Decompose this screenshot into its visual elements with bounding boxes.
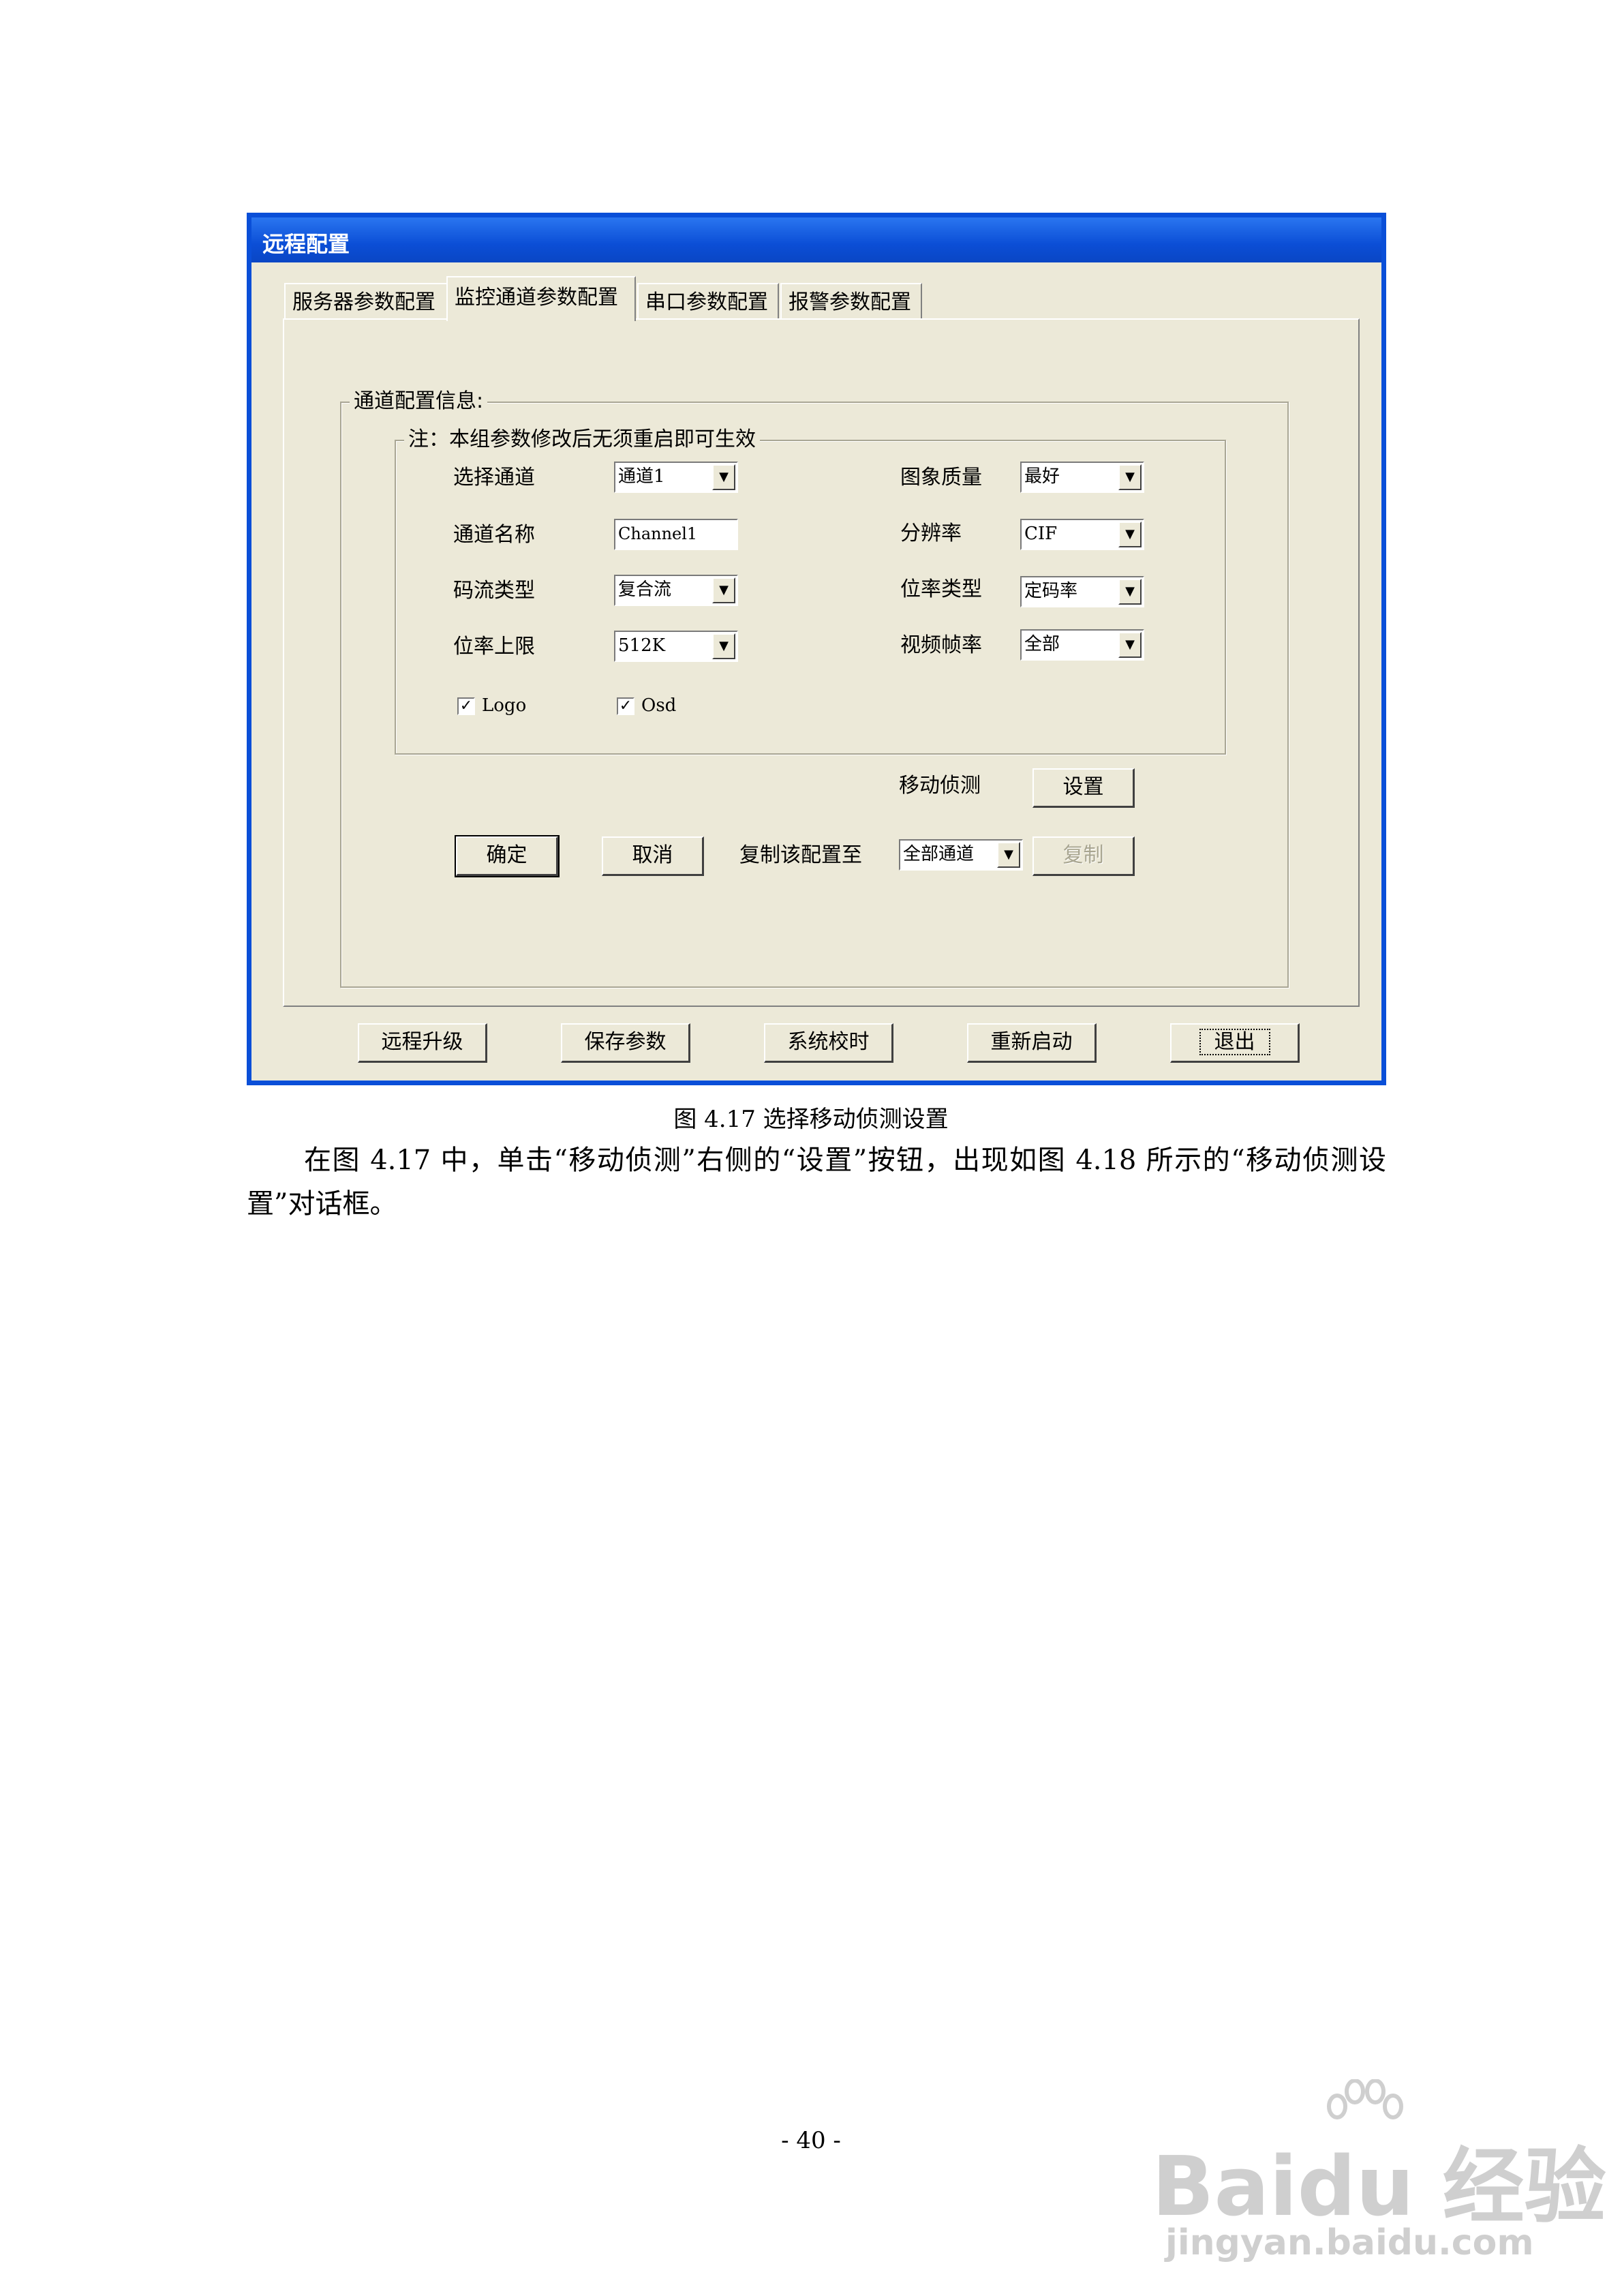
baidu-watermark: Baidu 经验 jingyan.baidu.com: [1152, 2079, 1606, 2270]
image-quality-label: 图象质量: [900, 466, 982, 489]
bitrate-type-combo[interactable]: 定码率 ▼: [1020, 576, 1144, 607]
copy-to-label: 复制该配置至: [739, 843, 862, 867]
motion-detect-label: 移动侦测: [899, 774, 981, 798]
chevron-down-icon[interactable]: ▼: [712, 577, 735, 603]
select-channel-label: 选择通道: [453, 466, 535, 489]
restart-button[interactable]: 重新启动: [967, 1023, 1097, 1063]
image-quality-combo[interactable]: 最好 ▼: [1020, 462, 1144, 493]
osd-checkbox-label: Osd: [641, 695, 677, 716]
tab-server-params[interactable]: 服务器参数配置: [284, 283, 448, 320]
cancel-button[interactable]: 取消: [602, 836, 704, 876]
figure-caption: 图 4.17 选择移动侦测设置: [673, 1106, 949, 1133]
tab-channel-params[interactable]: 监控通道参数配置: [446, 276, 636, 321]
copy-target-combo[interactable]: 全部通道 ▼: [899, 839, 1023, 871]
bitrate-limit-combo[interactable]: 512K ▼: [614, 631, 738, 662]
dialog-title: 远程配置: [262, 231, 350, 257]
watermark-url: jingyan.baidu.com: [1165, 2222, 1534, 2263]
time-sync-button[interactable]: 系统校时: [764, 1023, 893, 1063]
channel-config-group: 通道配置信息: 注：本组参数修改后无须重启即可生效 选择通道 通道1 ▼ 通道名…: [340, 389, 1289, 988]
save-params-button[interactable]: 保存参数: [561, 1023, 690, 1063]
bitrate-limit-label: 位率上限: [453, 635, 535, 659]
tab-serial-params[interactable]: 串口参数配置: [637, 283, 779, 320]
frame-rate-combo[interactable]: 全部 ▼: [1020, 629, 1144, 661]
chevron-down-icon[interactable]: ▼: [1118, 522, 1142, 547]
select-channel-combo[interactable]: 通道1 ▼: [614, 462, 738, 493]
logo-checkbox[interactable]: ✓: [457, 697, 475, 715]
remote-config-dialog: 远程配置 服务器参数配置 监控通道参数配置 串口参数配置 报警参数配置 通道配置…: [247, 213, 1386, 1085]
chevron-down-icon[interactable]: ▼: [997, 842, 1020, 868]
chevron-down-icon[interactable]: ▼: [712, 633, 735, 659]
frame-rate-label: 视频帧率: [900, 633, 982, 657]
watermark-brand: Baidu 经验: [1152, 2140, 1606, 2235]
ok-button[interactable]: 确定: [455, 835, 560, 877]
stream-type-label: 码流类型: [453, 579, 535, 603]
exit-button[interactable]: 退出: [1170, 1023, 1300, 1063]
chevron-down-icon[interactable]: ▼: [712, 464, 735, 490]
resolution-combo[interactable]: CIF ▼: [1020, 519, 1144, 550]
channel-name-input[interactable]: Channel1: [614, 519, 738, 550]
chevron-down-icon[interactable]: ▼: [1118, 579, 1142, 605]
body-paragraph: 在图 4.17 中，单击“移动侦测”右侧的“设置”按钮，出现如图 4.18 所示…: [247, 1145, 1386, 1220]
chevron-down-icon[interactable]: ▼: [1118, 464, 1142, 490]
chevron-down-icon[interactable]: ▼: [1118, 632, 1142, 658]
stream-type-combo[interactable]: 复合流 ▼: [614, 575, 738, 606]
channel-name-label: 通道名称: [453, 523, 535, 547]
note-group-label: 注：本组参数修改后无须重启即可生效: [404, 427, 760, 452]
copy-button[interactable]: 复制: [1032, 836, 1135, 876]
motion-detect-settings-button[interactable]: 设置: [1032, 768, 1135, 808]
bitrate-type-label: 位率类型: [900, 577, 982, 601]
title-bar[interactable]: 远程配置: [251, 217, 1381, 262]
osd-checkbox[interactable]: ✓: [617, 697, 634, 715]
resolution-label: 分辨率: [900, 522, 962, 545]
channel-config-group-label: 通道配置信息:: [350, 389, 488, 414]
logo-checkbox-label: Logo: [482, 695, 527, 716]
note-group: 注：本组参数修改后无须重启即可生效 选择通道 通道1 ▼ 通道名称 Channe…: [395, 427, 1226, 755]
tab-panel: 通道配置信息: 注：本组参数修改后无须重启即可生效 选择通道 通道1 ▼ 通道名…: [283, 318, 1360, 1007]
remote-upgrade-button[interactable]: 远程升级: [358, 1023, 487, 1063]
tab-alarm-params[interactable]: 报警参数配置: [780, 283, 922, 320]
